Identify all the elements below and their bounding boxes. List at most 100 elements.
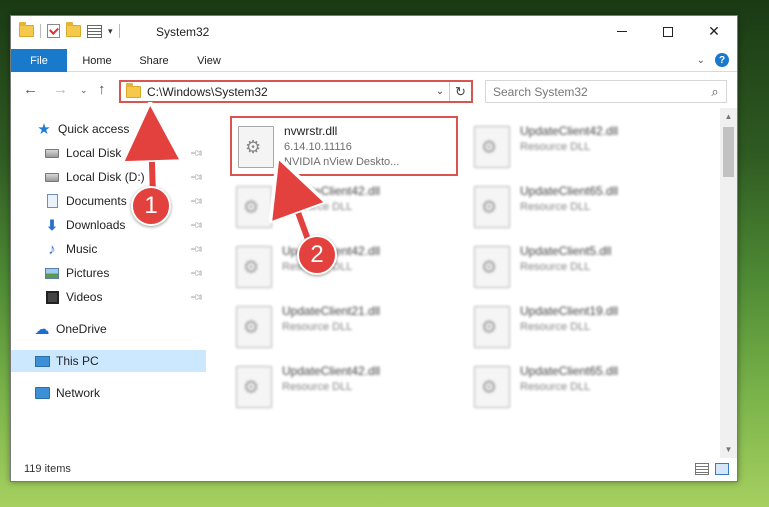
sidebar-item-onedrive[interactable]: ☁ OneDrive	[11, 318, 206, 340]
up-button[interactable]: ↑	[98, 81, 106, 98]
file-item[interactable]: ⚙ UpdateClient42.dll Resource DLL	[468, 118, 696, 178]
expand-ribbon-chevron-icon[interactable]: ⌄	[697, 55, 705, 66]
help-icon[interactable]: ?	[715, 53, 729, 67]
large-icons-view-icon[interactable]	[715, 463, 729, 475]
forward-button[interactable]: →	[53, 81, 68, 98]
file-item[interactable]: ⚙ UpdateClient42.dll Resource DLL	[230, 238, 458, 298]
scroll-up-icon[interactable]: ▲	[720, 108, 737, 125]
file-explorer-window: ▾ System32 ✕ File Home Share View ⌄ ? ← …	[10, 15, 738, 482]
sidebar-item-local-disk-d[interactable]: Local Disk (D:) 📌︎	[11, 166, 206, 188]
customize-toolbar-arrow-icon[interactable]: ▾	[108, 26, 113, 37]
pin-icon[interactable]: 📌︎	[188, 265, 204, 281]
maximize-icon	[663, 26, 673, 37]
file-name: UpdateClient65.dll	[520, 364, 619, 378]
properties-icon[interactable]	[47, 24, 60, 38]
sidebar-item-label: Documents	[66, 194, 127, 208]
file-item-nvwrstr[interactable]: ⚙ nvwrstr.dll 6.14.10.11116 NVIDIA nView…	[230, 116, 458, 176]
file-item[interactable]: ⚙ UpdateClient65.dll Resource DLL	[468, 358, 696, 418]
quick-access-toolbar: ▾	[19, 22, 120, 38]
sidebar-item-label: Pictures	[66, 266, 110, 280]
address-bar[interactable]: C:\Windows\System32 ⌄ ↻	[119, 80, 473, 103]
window-title: System32	[156, 25, 210, 39]
pin-icon[interactable]: 📌︎	[188, 145, 204, 161]
tab-view[interactable]: View	[189, 49, 229, 72]
pin-icon[interactable]: 📌︎	[188, 217, 204, 233]
file-description: Resource DLL	[520, 201, 591, 213]
pin-icon[interactable]: 📌︎	[188, 169, 204, 185]
status-bar: 119 items	[11, 457, 737, 481]
tab-home[interactable]: Home	[75, 49, 119, 72]
file-item[interactable]: ⚙ UpdateClient42.dll Resource DLL	[230, 178, 458, 238]
dll-file-icon: ⚙	[474, 186, 510, 228]
document-icon	[44, 193, 60, 209]
pc-icon	[34, 353, 50, 369]
sidebar-item-quick-access[interactable]: ★ Quick access	[11, 118, 206, 140]
dll-file-icon: ⚙	[236, 186, 272, 228]
sidebar-item-pictures[interactable]: Pictures 📌︎	[11, 262, 206, 284]
file-item[interactable]: ⚙ UpdateClient42.dll Resource DLL	[230, 358, 458, 418]
sidebar-item-this-pc[interactable]: This PC	[11, 350, 206, 372]
sidebar-item-downloads[interactable]: ⬇ Downloads 📌︎	[11, 214, 206, 236]
sidebar-item-videos[interactable]: Videos 📌︎	[11, 286, 206, 308]
view-toggles	[695, 463, 729, 475]
minimize-button[interactable]	[599, 16, 645, 47]
pin-icon[interactable]: 📌︎	[188, 193, 204, 209]
refresh-icon[interactable]: ↻	[449, 82, 471, 101]
scrollbar-thumb[interactable]	[723, 127, 734, 177]
minimize-icon	[617, 31, 627, 32]
recent-locations-icon[interactable]: ⌄	[80, 85, 88, 96]
search-icon[interactable]: ⌕	[704, 84, 726, 100]
scroll-down-icon[interactable]: ▼	[720, 441, 737, 458]
new-folder-icon[interactable]	[66, 22, 81, 37]
file-item[interactable]: ⚙ UpdateClient21.dll Resource DLL	[230, 298, 458, 358]
item-count: 119 items	[24, 463, 71, 475]
dll-file-icon: ⚙	[236, 306, 272, 348]
folder-icon	[126, 82, 141, 98]
file-version: 6.14.10.11116	[284, 141, 352, 153]
view-options-icon[interactable]	[87, 24, 102, 38]
sidebar-item-documents[interactable]: Documents 📌︎	[11, 190, 206, 212]
sidebar-item-label: This PC	[56, 354, 99, 368]
file-item[interactable]: ⚙ UpdateClient65.dll Resource DLL	[468, 178, 696, 238]
tab-share[interactable]: Share	[131, 49, 177, 72]
file-description: Resource DLL	[520, 141, 591, 153]
sidebar-item-network[interactable]: Network	[11, 382, 206, 404]
sidebar-item-label: Local Disk (C:)	[66, 146, 145, 160]
back-button[interactable]: ←	[23, 81, 38, 98]
step-1-badge: 1	[131, 186, 171, 226]
search-input[interactable]: Search System32	[493, 85, 704, 99]
file-description: Resource DLL	[282, 201, 353, 213]
tab-file[interactable]: File	[11, 49, 67, 72]
address-dropdown-icon[interactable]: ⌄	[431, 86, 449, 97]
file-description: Resource DLL	[520, 321, 591, 333]
ribbon: File Home Share View ⌄ ?	[11, 47, 737, 72]
navigation-bar: ← → ⌄ ↑ C:\Windows\System32 ⌄ ↻ Search S…	[11, 74, 737, 108]
network-icon	[34, 385, 50, 401]
step-2-badge: 2	[297, 235, 337, 275]
title-bar: ▾ System32 ✕	[11, 16, 737, 47]
pin-icon[interactable]: 📌︎	[188, 241, 204, 257]
sidebar-item-label: Quick access	[58, 122, 130, 136]
file-name: UpdateClient21.dll	[282, 304, 381, 318]
address-path[interactable]: C:\Windows\System32	[147, 85, 431, 99]
details-view-icon[interactable]	[695, 463, 709, 475]
cloud-icon: ☁	[34, 321, 50, 338]
file-description: Resource DLL	[520, 381, 591, 393]
vertical-scrollbar[interactable]: ▲ ▼	[720, 108, 737, 458]
sidebar-item-music[interactable]: ♪ Music 📌︎	[11, 238, 206, 260]
divider	[40, 24, 41, 38]
file-name: UpdateClient42.dll	[282, 364, 381, 378]
search-box[interactable]: Search System32 ⌕	[485, 80, 727, 103]
close-button[interactable]: ✕	[691, 16, 737, 47]
sidebar-item-label: Downloads	[66, 218, 126, 232]
dll-file-icon: ⚙	[238, 126, 274, 168]
sidebar-item-label: Music	[66, 242, 98, 256]
pin-icon[interactable]: 📌︎	[188, 289, 204, 305]
download-icon: ⬇	[46, 216, 58, 233]
maximize-button[interactable]	[645, 16, 691, 47]
file-name: UpdateClient65.dll	[520, 184, 619, 198]
dll-file-icon: ⚙	[474, 306, 510, 348]
file-item[interactable]: ⚙ UpdateClient5.dll Resource DLL	[468, 238, 696, 298]
sidebar-item-local-disk-c[interactable]: Local Disk (C:) 📌︎	[11, 142, 206, 164]
file-item[interactable]: ⚙ UpdateClient19.dll Resource DLL	[468, 298, 696, 358]
